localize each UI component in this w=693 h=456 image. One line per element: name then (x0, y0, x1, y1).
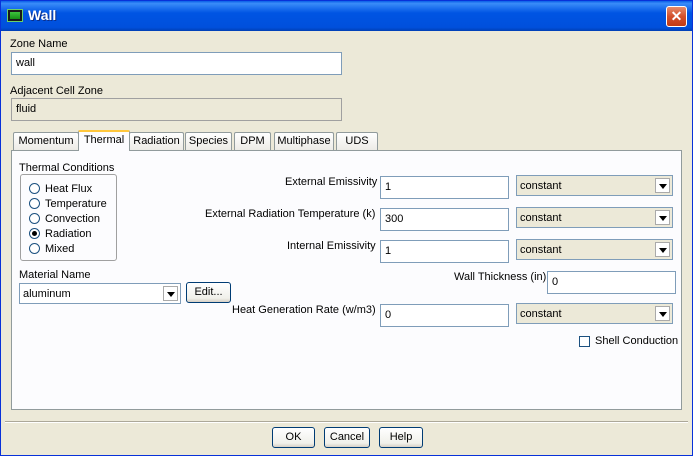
method-value: constant (520, 308, 562, 320)
radio-label: Temperature (45, 198, 107, 210)
radio-label: Mixed (45, 243, 75, 255)
cancel-button[interactable]: Cancel (324, 427, 370, 448)
title-bar[interactable]: Wall ✕ (1, 1, 692, 31)
shell-conduction-label: Shell Conduction (595, 335, 679, 347)
material-name-dropdown[interactable]: aluminum (19, 283, 181, 304)
method-value: constant (520, 244, 562, 256)
internal-emissivity-label: Internal Emissivity (287, 240, 376, 252)
tab-momentum[interactable]: Momentum (13, 132, 79, 150)
chevron-down-icon[interactable] (655, 210, 670, 225)
external-emissivity-label: External Emissivity (285, 176, 378, 188)
material-name-label: Material Name (19, 269, 91, 281)
tab-uds[interactable]: UDS (336, 132, 378, 150)
zone-name-label: Zone Name (10, 38, 68, 50)
radio-button[interactable] (29, 213, 40, 224)
thermal-conditions-group: Heat Flux Temperature Convection Radiati… (20, 174, 117, 261)
radio-label: Radiation (45, 228, 92, 240)
help-button[interactable]: Help (379, 427, 423, 448)
heat-generation-rate-input[interactable]: 0 (380, 304, 509, 327)
ok-button[interactable]: OK (272, 427, 315, 448)
tab-species[interactable]: Species (185, 132, 232, 150)
radio-button[interactable] (29, 183, 40, 194)
internal-emissivity-input[interactable]: 1 (380, 240, 509, 263)
external-radiation-temperature-input[interactable]: 300 (380, 208, 509, 231)
radio-button[interactable] (29, 198, 40, 209)
adjacent-cell-zone-label: Adjacent Cell Zone (10, 85, 103, 97)
wall-thickness-input[interactable]: 0 (547, 271, 676, 294)
heat-generation-rate-label: Heat Generation Rate (w/m3) (232, 304, 376, 316)
external-radiation-temperature-method-dropdown[interactable]: constant (516, 207, 673, 228)
radio-button[interactable] (29, 243, 40, 254)
tab-multiphase[interactable]: Multiphase (274, 132, 334, 150)
heat-generation-rate-method-dropdown[interactable]: constant (516, 303, 673, 324)
material-name-value: aluminum (23, 288, 71, 300)
wall-thickness-label: Wall Thickness (in) (454, 271, 547, 283)
radio-label: Convection (45, 213, 101, 225)
tab-radiation[interactable]: Radiation (129, 132, 184, 150)
method-value: constant (520, 212, 562, 224)
edit-button[interactable]: Edit... (186, 282, 231, 303)
radio-label: Heat Flux (45, 183, 93, 195)
external-emissivity-method-dropdown[interactable]: constant (516, 175, 673, 196)
thermal-conditions-label: Thermal Conditions (19, 162, 115, 174)
chevron-down-icon[interactable] (655, 178, 670, 193)
method-value: constant (520, 180, 562, 192)
external-radiation-temperature-label: External Radiation Temperature (k) (205, 208, 376, 220)
app-icon (7, 9, 23, 22)
zone-name-input[interactable]: wall (11, 52, 342, 75)
external-emissivity-input[interactable]: 1 (380, 176, 509, 199)
internal-emissivity-method-dropdown[interactable]: constant (516, 239, 673, 260)
shell-conduction-checkbox[interactable] (579, 336, 590, 347)
tab-thermal[interactable]: Thermal (78, 130, 130, 151)
chevron-down-icon[interactable] (163, 286, 178, 301)
footer-divider (5, 421, 688, 423)
thermal-panel: Thermal Conditions Heat Flux Temperature… (11, 150, 682, 410)
wall-dialog: Wall ✕ Zone Name wall Adjacent Cell Zone… (0, 0, 693, 456)
chevron-down-icon[interactable] (655, 242, 670, 257)
close-icon[interactable]: ✕ (666, 6, 687, 27)
tab-dpm[interactable]: DPM (234, 132, 271, 150)
radio-button-selected[interactable] (29, 228, 40, 239)
window-title: Wall (28, 7, 57, 23)
chevron-down-icon[interactable] (655, 306, 670, 321)
adjacent-cell-zone-field: fluid (11, 98, 342, 121)
